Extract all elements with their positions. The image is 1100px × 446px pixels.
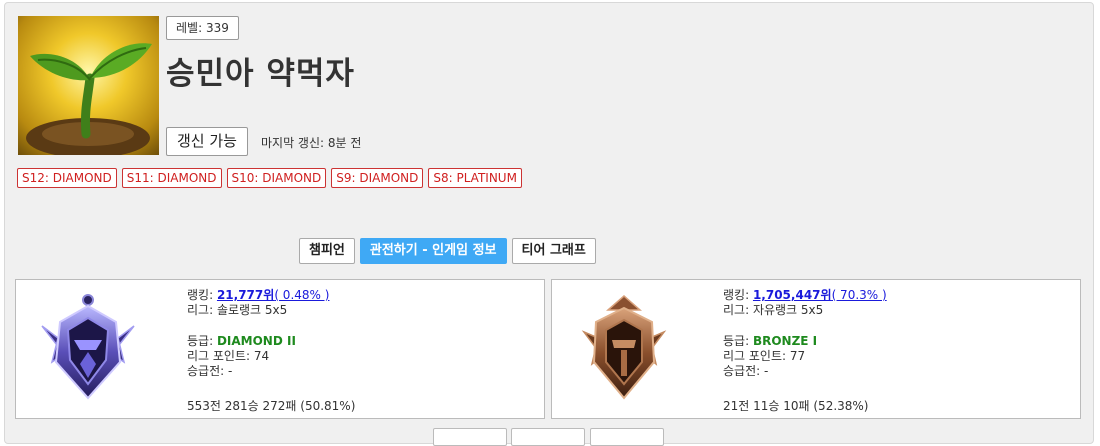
flex-rank-card: 랭킹: 1,705,447위( 70.3% ) 리그: 자유랭크 5x5 등급:… xyxy=(551,279,1081,419)
tier-label: 등급: xyxy=(723,334,753,348)
diamond-emblem-icon xyxy=(41,294,135,400)
win-loss-record: 21전 11승 10패 (52.38%) xyxy=(723,399,869,413)
tier-label: 등급: xyxy=(187,334,217,348)
bottom-button[interactable] xyxy=(511,428,585,446)
season-badge: S12: DIAMOND xyxy=(17,168,117,188)
ranking-label: 랭킹: xyxy=(723,288,753,302)
season-badge: S10: DIAMOND xyxy=(226,168,327,188)
flex-rank-info: 랭킹: 1,705,447위( 70.3% ) 리그: 자유랭크 5x5 등급:… xyxy=(723,288,887,379)
season-badge: S11: DIAMOND xyxy=(121,168,222,188)
ranking-link[interactable]: 21,777위 xyxy=(217,288,274,302)
ranking-link[interactable]: 1,705,447위 xyxy=(753,288,832,302)
tier-value: BRONZE I xyxy=(752,334,818,348)
bottom-button[interactable] xyxy=(590,428,664,446)
promotion-text: 승급전: - xyxy=(723,364,769,378)
summoner-name: 승민아 약먹자 xyxy=(166,56,355,92)
win-loss-record: 553전 281승 272패 (50.81%) xyxy=(187,399,356,413)
sprout-icon xyxy=(26,43,152,155)
season-badge: S8: PLATINUM xyxy=(428,168,522,188)
refresh-button[interactable]: 갱신 가능 xyxy=(166,127,248,156)
league-text: 리그: 자유랭크 5x5 xyxy=(723,303,824,317)
ranking-percent-link[interactable]: ( 70.3% ) xyxy=(832,288,887,302)
league-text: 리그: 솔로랭크 5x5 xyxy=(187,303,288,317)
level-badge: 레벨: 339 xyxy=(166,16,239,40)
tab-spectate[interactable]: 관전하기 - 인게임 정보 xyxy=(359,238,507,264)
bottom-button[interactable] xyxy=(433,428,507,446)
tab-tier-graph[interactable]: 티어 그래프 xyxy=(511,238,596,264)
profile-tabs: 챔피언 관전하기 - 인게임 정보 티어 그래프 xyxy=(299,238,596,264)
ranking-label: 랭킹: xyxy=(187,288,217,302)
league-points-text: 리그 포인트: 74 xyxy=(187,349,270,363)
promotion-text: 승급전: - xyxy=(187,364,233,378)
tier-value: DIAMOND II xyxy=(216,334,296,348)
solo-rank-card: 랭킹: 21,777위( 0.48% ) 리그: 솔로랭크 5x5 등급: DI… xyxy=(15,279,545,419)
season-history: S12: DIAMOND S11: DIAMOND S10: DIAMOND S… xyxy=(17,168,522,188)
solo-rank-info: 랭킹: 21,777위( 0.48% ) 리그: 솔로랭크 5x5 등급: DI… xyxy=(187,288,329,379)
profile-avatar xyxy=(18,16,159,155)
tab-champion[interactable]: 챔피언 xyxy=(299,238,355,264)
bronze-emblem-icon xyxy=(581,295,667,400)
ranking-percent-link[interactable]: ( 0.48% ) xyxy=(274,288,329,302)
season-badge: S9: DIAMOND xyxy=(331,168,424,188)
league-points-text: 리그 포인트: 77 xyxy=(723,349,806,363)
last-update-text: 마지막 갱신: 8분 전 xyxy=(261,136,362,150)
